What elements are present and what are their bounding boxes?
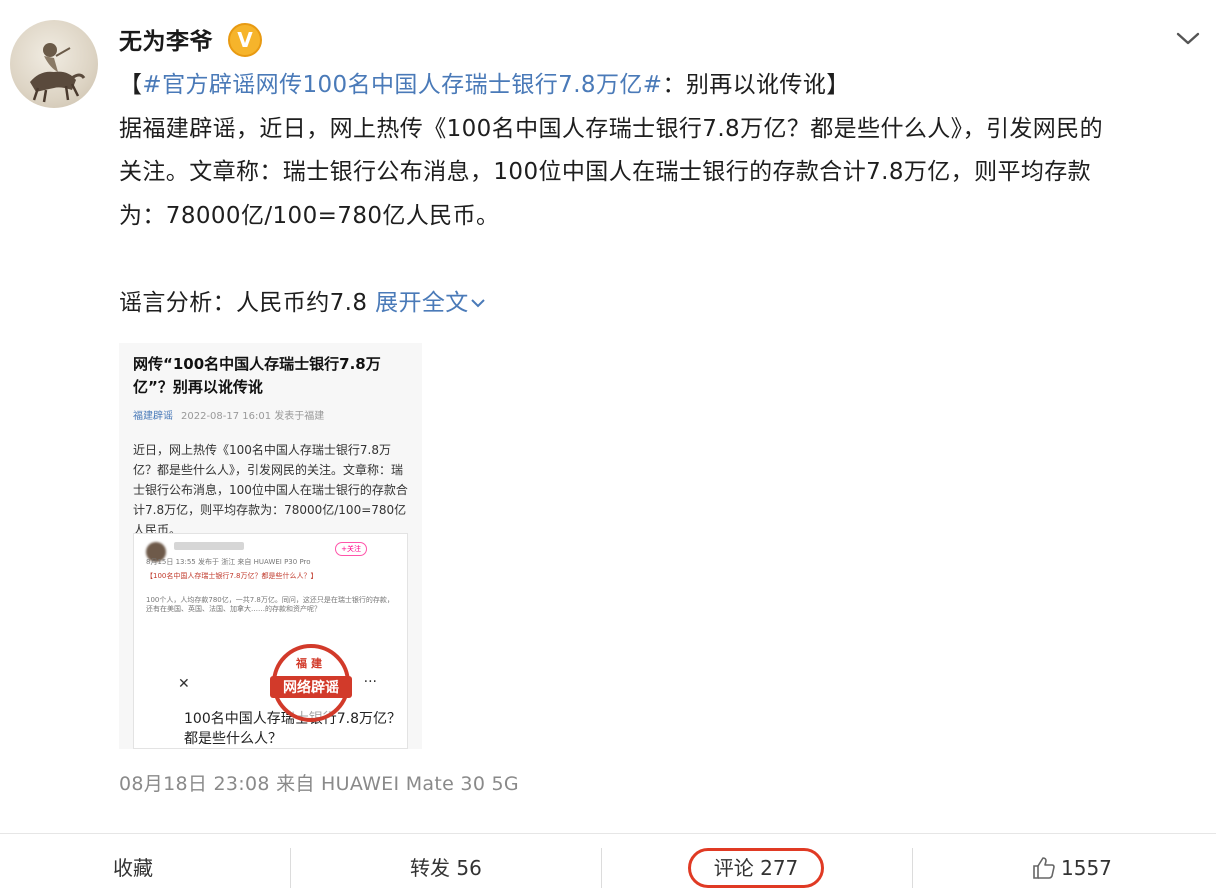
thumbs-up-icon: [1033, 857, 1055, 879]
post-line-3: 关注。文章称：瑞士银行公布消息，100位中国人在瑞士银行的存款合计7.8万亿，则…: [119, 159, 1092, 185]
post-timestamp: 08月18日 23:08 来自 HUAWEI Mate 30 5G: [119, 773, 519, 795]
more-icon: ···: [363, 674, 377, 690]
verified-badge-icon: V: [228, 23, 262, 57]
thumb-inner-meta: 8月15日 13:55 发布于 浙江 来自 HUAWEI P30 Pro: [146, 558, 311, 566]
post-line-5-text: 谣言分析：人民币约7.8: [119, 289, 368, 316]
thumb-inner-headline: 【100名中国人存瑞士银行7.8万亿？都是些什么人？】: [146, 572, 318, 580]
avatar[interactable]: [10, 20, 98, 108]
thumb-follow-badge: +关注: [335, 542, 367, 556]
avatar-image: [30, 43, 86, 103]
post-line-4: 为：78000亿/100=780亿人民币。: [119, 202, 500, 229]
thumb-inner-text: 100个人，人均存款780亿，一共7.8万亿。同问，这还只是在瑞士银行的存款，还…: [146, 596, 394, 613]
thumb-date: 2022-08-17 16:01 发表于福建: [181, 411, 325, 422]
thumb-title: 网传“100名中国人存瑞士银行7.8万亿”？别再以讹传讹: [133, 355, 381, 396]
stamp-top-text: 福建: [296, 657, 326, 670]
expand-label: 展开全文: [375, 289, 469, 316]
action-separator: [601, 848, 602, 888]
comment-button[interactable]: 评论 277: [688, 848, 824, 888]
repost-button[interactable]: 转发 56: [410, 848, 482, 888]
like-button[interactable]: 1557: [1031, 848, 1112, 888]
thumb-source: 福建辟谣: [133, 411, 173, 422]
post-body: 【#官方辟谣网传100名中国人存瑞士银行7.8万亿#：别再以讹传讹】 据福建辟谣…: [119, 64, 1199, 325]
stamp-main-text: 网络辟谣: [270, 676, 352, 698]
thumb-body: 近日，网上热传《100名中国人存瑞士银行7.8万亿？都是些什么人》，引发网民的关…: [133, 443, 408, 537]
post-line-2: 据福建辟谣，近日，网上热传《100名中国人存瑞士银行7.8万亿？都是些什么人》，…: [119, 115, 1103, 142]
action-separator: [912, 848, 913, 888]
close-icon: ✕: [178, 676, 190, 692]
author-name[interactable]: 无为李爷: [119, 22, 213, 56]
blurred-name: [174, 542, 244, 550]
expand-full-text-link[interactable]: 展开全文: [375, 290, 487, 316]
hashtag-link[interactable]: #官方辟谣网传100名中国人存瑞士银行7.8万亿#: [142, 72, 662, 98]
expand-chevron-icon: [471, 299, 485, 308]
rumor-stamp-icon: 福建 网络辟谣: [270, 644, 352, 722]
post-line-1-rest: ：别再以讹传讹】: [662, 72, 850, 98]
favorite-button[interactable]: 收藏: [113, 848, 153, 888]
chevron-down-icon[interactable]: [1174, 28, 1202, 48]
action-bar-divider: [0, 833, 1216, 834]
thumb-embedded-screenshot: +关注 8月15日 13:55 发布于 浙江 来自 HUAWEI P30 Pro…: [133, 533, 408, 749]
like-count: 1557: [1061, 856, 1112, 880]
bracket-open: 【: [119, 72, 143, 98]
action-separator: [290, 848, 291, 888]
post-line-5: 谣言分析：人民币约7.8 展开全文: [119, 282, 1199, 326]
thumb-meta: 福建辟谣 2022-08-17 16:01 发表于福建: [133, 407, 324, 422]
post-image-thumbnail[interactable]: 网传“100名中国人存瑞士银行7.8万亿”？别再以讹传讹 福建辟谣 2022-08…: [119, 343, 422, 749]
post-line-1: 【#官方辟谣网传100名中国人存瑞士银行7.8万亿#：别再以讹传讹】: [119, 64, 1199, 108]
post-line-blank: [119, 238, 1199, 282]
